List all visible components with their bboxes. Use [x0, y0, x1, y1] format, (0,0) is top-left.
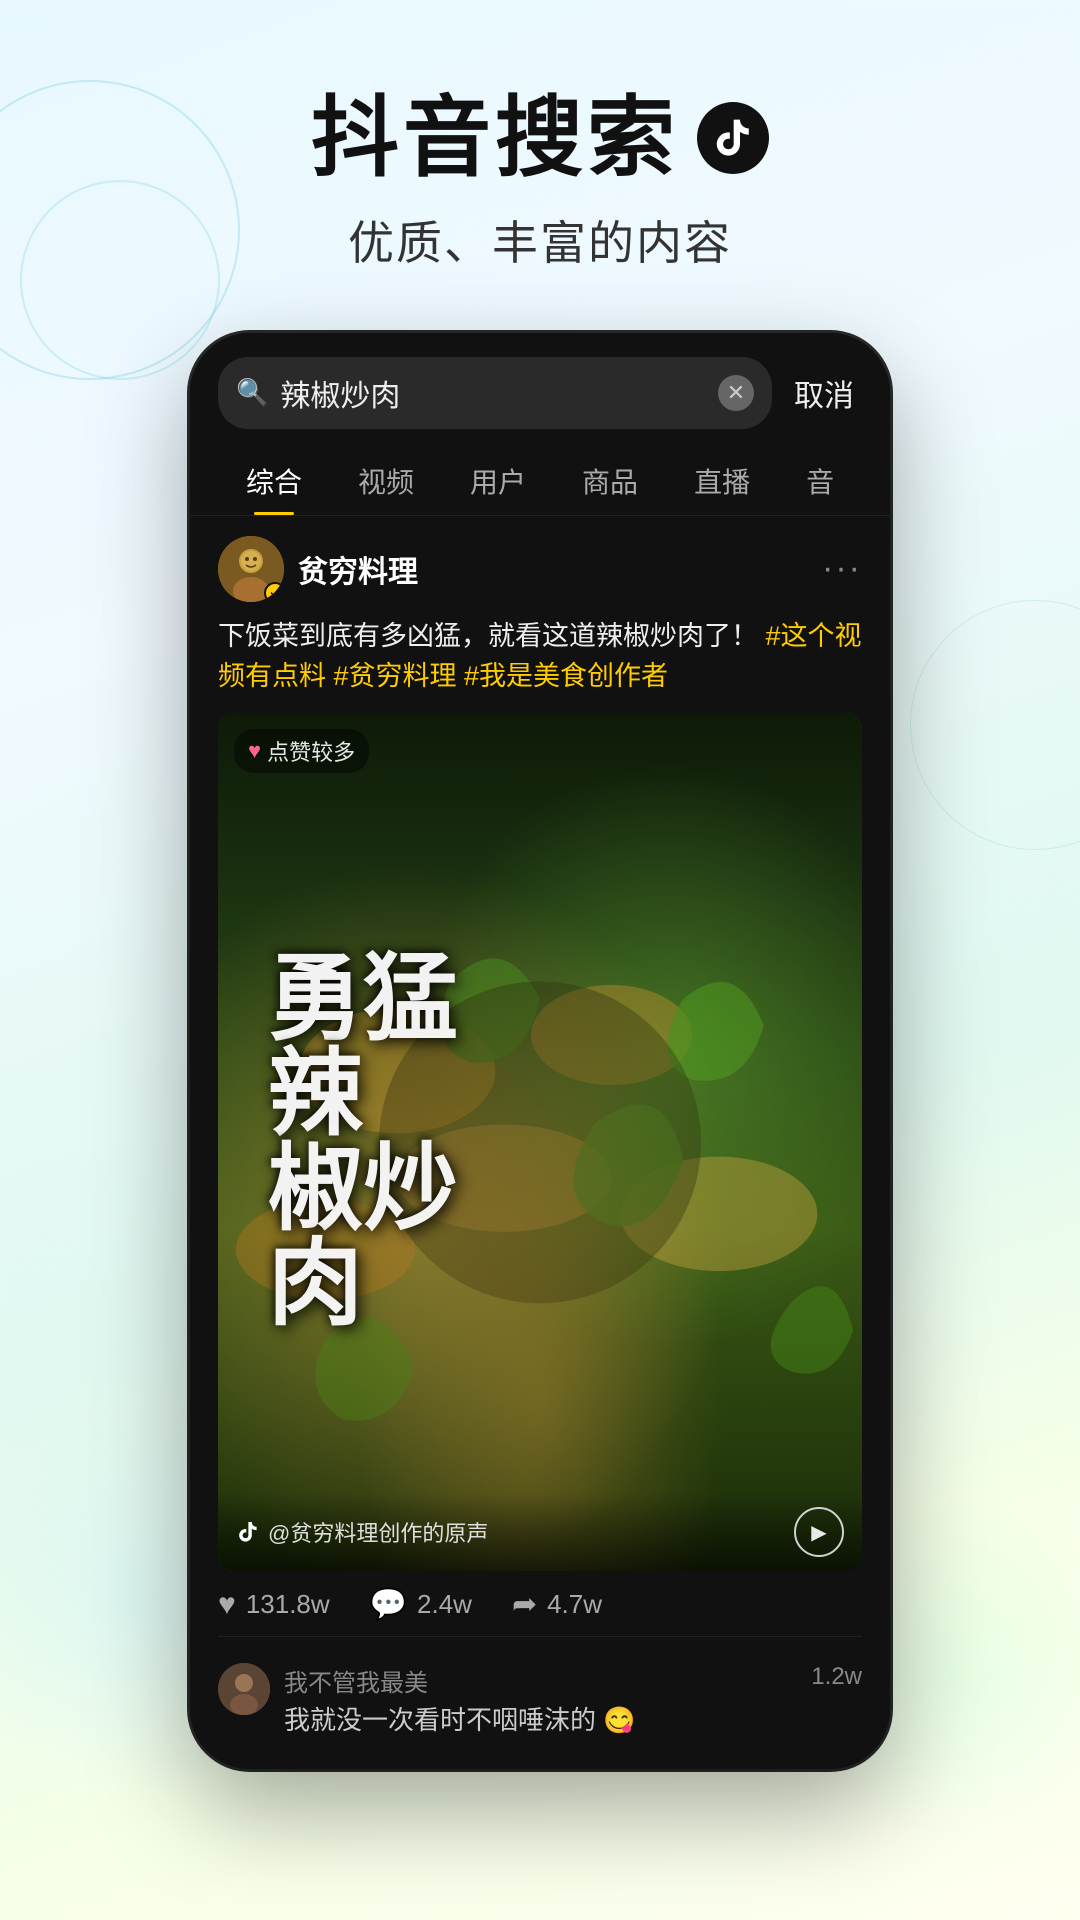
heart-icon: ♥ — [218, 1588, 236, 1622]
user-avatar — [218, 536, 284, 602]
video-source: @贫穷料理创作的原声 — [236, 1516, 488, 1548]
search-clear-button[interactable]: ✕ — [718, 375, 754, 411]
likes-value: 131.8w — [246, 1589, 330, 1620]
tab-综合[interactable]: 综合 — [218, 445, 330, 515]
shares-value: 4.7w — [547, 1589, 602, 1620]
phone-screen: 🔍 辣椒炒肉 ✕ 取消 综合 视频 用户 商品 — [190, 333, 890, 1769]
search-bar: 🔍 辣椒炒肉 ✕ 取消 — [190, 333, 890, 445]
app-title: 抖音搜索 — [80, 90, 1000, 187]
comment-likes-count: 1.2w — [811, 1663, 862, 1691]
post-header: 贫穷料理 ··· — [218, 536, 862, 602]
line2: 辣 — [268, 1047, 812, 1142]
likes-count[interactable]: ♥ 131.8w — [218, 1588, 330, 1622]
username: 贫穷料理 — [298, 547, 418, 591]
post-user[interactable]: 贫穷料理 — [218, 536, 418, 602]
post-plain-text: 下饭菜到底有多凶猛，就看这道辣椒炒肉了！ — [218, 621, 758, 651]
comment-row: 我不管我最美 我就没一次看时不咽唾沫的 😋 1.2w — [218, 1653, 862, 1748]
search-input-wrap[interactable]: 🔍 辣椒炒肉 ✕ — [218, 357, 772, 429]
play-button[interactable]: ▶ — [794, 1507, 844, 1557]
video-bottom-bar: @贫穷料理创作的原声 ▶ — [218, 1493, 862, 1571]
cancel-button[interactable]: 取消 — [786, 371, 862, 415]
header: 抖音搜索 优质、丰富的内容 — [0, 0, 1080, 313]
commenter-avatar — [218, 1663, 270, 1715]
phone-wrapper: 🔍 辣椒炒肉 ✕ 取消 综合 视频 用户 商品 — [0, 333, 1080, 1769]
phone-mockup: 🔍 辣椒炒肉 ✕ 取消 综合 视频 用户 商品 — [190, 333, 890, 1769]
title-text: 抖音搜索 — [311, 90, 679, 187]
tab-直播[interactable]: 直播 — [666, 445, 778, 515]
engagement-row: ♥ 131.8w 💬 2.4w ➦ 4.7w — [218, 1571, 862, 1637]
tiktok-icon — [697, 102, 769, 174]
calligraphy-text: 勇猛 辣 椒炒 肉 — [238, 952, 842, 1332]
more-options-icon[interactable]: ··· — [822, 549, 862, 588]
subtitle: 优质、丰富的内容 — [80, 207, 1000, 273]
tab-用户[interactable]: 用户 — [442, 445, 554, 515]
source-text: @贫穷料理创作的原声 — [268, 1516, 488, 1548]
content-area: 贫穷料理 ··· 下饭菜到底有多凶猛，就看这道辣椒炒肉了！ #这个视频有点料 #… — [190, 516, 890, 1769]
tab-音[interactable]: 音 — [778, 445, 862, 515]
video-thumbnail[interactable]: ♥ 点赞较多 勇猛 辣 椒炒 肉 — [218, 713, 862, 1572]
comments-value: 2.4w — [417, 1589, 472, 1620]
share-icon: ➦ — [512, 1587, 537, 1622]
line3: 椒炒 — [268, 1142, 812, 1237]
comment-emoji: 😋 — [603, 1705, 635, 1735]
comment-text: 我就没一次看时不咽唾沫的 😋 — [284, 1702, 797, 1738]
line1: 勇猛 — [268, 952, 812, 1047]
verified-badge — [264, 582, 284, 602]
post-text: 下饭菜到底有多凶猛，就看这道辣椒炒肉了！ #这个视频有点料 #贫穷料理 #我是美… — [218, 616, 862, 697]
tab-商品[interactable]: 商品 — [554, 445, 666, 515]
comments-count[interactable]: 💬 2.4w — [370, 1587, 472, 1622]
commenter-avatar-inner — [218, 1663, 270, 1715]
comment-icon: 💬 — [370, 1587, 407, 1622]
tab-视频[interactable]: 视频 — [330, 445, 442, 515]
comment-content: 我不管我最美 我就没一次看时不咽唾沫的 😋 — [284, 1663, 797, 1738]
tabs-bar: 综合 视频 用户 商品 直播 音 — [190, 445, 890, 516]
shares-count[interactable]: ➦ 4.7w — [512, 1587, 602, 1622]
video-title-overlay: 勇猛 辣 椒炒 肉 — [218, 713, 862, 1572]
search-icon: 🔍 — [236, 377, 268, 408]
tiktok-small-icon — [236, 1520, 260, 1544]
commenter-name: 我不管我最美 — [284, 1663, 797, 1698]
comments-section: 我不管我最美 我就没一次看时不咽唾沫的 😋 1.2w — [218, 1637, 862, 1748]
search-query: 辣椒炒肉 — [280, 371, 706, 415]
line4: 肉 — [268, 1237, 812, 1332]
